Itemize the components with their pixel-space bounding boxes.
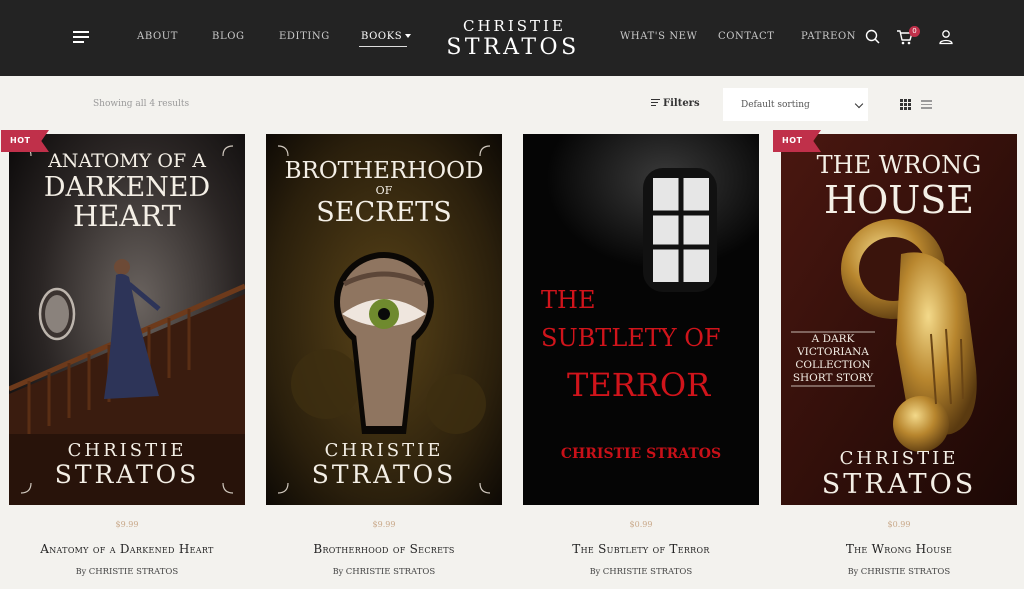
cover-title-line: TERROR bbox=[567, 366, 711, 404]
grid-view-icon[interactable] bbox=[900, 99, 911, 110]
site-header: ABOUT BLOG EDITING BOOKS CHRISTIE STRATO… bbox=[0, 0, 1024, 76]
author-link[interactable]: CHRISTIE STRATOS bbox=[861, 567, 950, 577]
chevron-down-icon bbox=[405, 34, 412, 38]
product-byline: By CHRISTIE STRATOS bbox=[523, 567, 759, 577]
cover-author-line: CHRISTIE bbox=[325, 440, 444, 461]
list-view-icon[interactable] bbox=[921, 100, 932, 109]
product-price: $0.99 bbox=[887, 520, 911, 529]
nav-books-label: BOOKS bbox=[361, 31, 403, 42]
product-title[interactable]: The Subtlety of Terror bbox=[523, 542, 759, 556]
cover-subtitle-line: A DARK bbox=[811, 333, 855, 345]
cover-author-line: CHRISTIE bbox=[840, 448, 959, 469]
cover-title-line: SECRETS bbox=[316, 197, 451, 228]
nav-books[interactable]: BOOKS bbox=[361, 31, 412, 42]
sort-selected-value: Default sorting bbox=[741, 100, 810, 110]
book-cover-brotherhood[interactable]: BROTHERHOOD OF SECRETS CHRISTIE STRATOS bbox=[266, 134, 502, 505]
logo-line1[interactable]: CHRISTIE bbox=[463, 17, 563, 35]
results-count: Showing all 4 results bbox=[93, 99, 190, 109]
cover-author-line: STRATOS bbox=[312, 460, 457, 489]
cover-title-line: THE bbox=[541, 286, 595, 314]
byline-prefix: By bbox=[332, 567, 344, 576]
cover-author-line: CHRISTIE bbox=[68, 440, 187, 461]
product-price: $9.99 bbox=[372, 520, 396, 529]
nav-about[interactable]: ABOUT bbox=[137, 31, 178, 42]
cover-title-line: ANATOMY OF A bbox=[47, 150, 206, 172]
product-price: $0.99 bbox=[629, 520, 653, 529]
cover-author-line: CHRISTIE STRATOS bbox=[561, 446, 721, 462]
product-title[interactable]: The Wrong House bbox=[781, 542, 1017, 556]
search-icon[interactable] bbox=[864, 28, 882, 46]
product-byline: By CHRISTIE STRATOS bbox=[266, 567, 502, 577]
book-cover-subtlety[interactable]: THE SUBTLETY OF TERROR CHRISTIE STRATOS bbox=[523, 134, 759, 505]
author-link[interactable]: CHRISTIE STRATOS bbox=[346, 567, 435, 577]
author-link[interactable]: CHRISTIE STRATOS bbox=[603, 567, 692, 577]
nav-editing[interactable]: EDITING bbox=[279, 31, 330, 42]
book-cover-anatomy[interactable]: ANATOMY OF A DARKENED HEART CHRISTIE STR… bbox=[9, 134, 245, 505]
chevron-down-icon bbox=[854, 99, 864, 109]
product-title[interactable]: Brotherhood of Secrets bbox=[266, 542, 502, 556]
product-price: $9.99 bbox=[115, 520, 139, 529]
cover-author-line: STRATOS bbox=[822, 469, 977, 500]
byline-prefix: By bbox=[589, 567, 601, 576]
cover-subtitle-line: COLLECTION bbox=[795, 359, 870, 371]
product-title[interactable]: Anatomy of a Darkened Heart bbox=[9, 542, 245, 556]
nav-patreon[interactable]: PATREON bbox=[801, 31, 856, 42]
nav-whats-new[interactable]: WHAT'S NEW bbox=[620, 31, 697, 42]
logo-line2[interactable]: STRATOS bbox=[440, 35, 586, 60]
cover-subtitle-line: SHORT STORY bbox=[793, 372, 874, 384]
product-byline: By CHRISTIE STRATOS bbox=[781, 567, 1017, 577]
cover-title-line: SUBTLETY OF bbox=[541, 324, 721, 352]
author-link[interactable]: CHRISTIE STRATOS bbox=[89, 567, 178, 577]
product-byline: By CHRISTIE STRATOS bbox=[9, 567, 245, 577]
menu-icon[interactable] bbox=[73, 31, 89, 43]
active-nav-underline bbox=[359, 46, 407, 47]
cover-subtitle-line: VICTORIANA bbox=[796, 346, 869, 358]
cover-title-line: HOUSE bbox=[824, 178, 974, 222]
byline-prefix: By bbox=[847, 567, 859, 576]
nav-blog[interactable]: BLOG bbox=[212, 31, 245, 42]
cover-title-line: OF bbox=[376, 184, 393, 197]
nav-contact[interactable]: CONTACT bbox=[718, 31, 774, 42]
filters-button[interactable]: Filters bbox=[651, 98, 700, 109]
cover-title-line: THE WRONG bbox=[817, 151, 982, 179]
cover-title-line: BROTHERHOOD bbox=[285, 158, 484, 184]
filters-label: Filters bbox=[663, 98, 700, 109]
sort-select[interactable]: Default sorting bbox=[723, 88, 868, 121]
cover-title-line: HEART bbox=[73, 199, 182, 233]
book-cover-wrong-house[interactable]: THE WRONG HOUSE A DARK VICTORIANA COLLEC… bbox=[781, 134, 1017, 505]
cart-count-badge: 0 bbox=[909, 26, 920, 37]
filter-icon bbox=[651, 99, 660, 106]
user-icon[interactable] bbox=[937, 28, 955, 46]
cover-author-line: STRATOS bbox=[55, 460, 200, 489]
byline-prefix: By bbox=[75, 567, 87, 576]
